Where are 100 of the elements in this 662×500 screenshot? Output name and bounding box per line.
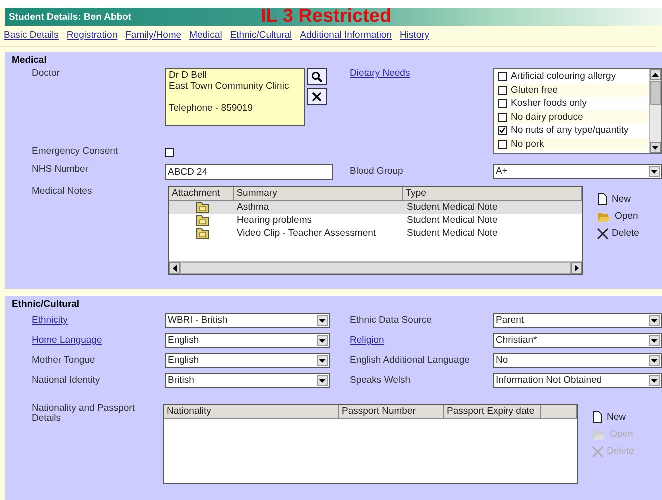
- tab-link[interactable]: Additional Information: [300, 30, 392, 46]
- checkbox[interactable]: [498, 112, 507, 122]
- caret-right-icon: [574, 264, 578, 272]
- column-header[interactable]: Type: [402, 187, 582, 200]
- caret-down-icon: [319, 378, 326, 382]
- delete-icon: [597, 228, 609, 240]
- blood-group-select[interactable]: A+: [493, 164, 662, 179]
- table-cell-text: Video Clip - Teacher Assessment: [236, 228, 378, 239]
- table-cell-text: Student Medical Note: [406, 228, 498, 239]
- delete-icon: [592, 446, 604, 458]
- table-cell-text: Student Medical Note: [406, 202, 498, 213]
- folder-icon: [196, 202, 210, 214]
- nhs-number-field[interactable]: ABCD 24: [165, 164, 333, 180]
- option-label: Kosher foods only: [511, 98, 588, 110]
- tab-link[interactable]: Ethnic/Cultural: [230, 30, 292, 46]
- option-label: No dairy produce: [511, 112, 584, 123]
- caret-up-icon: [652, 72, 659, 76]
- select-field[interactable]: Information Not Obtained: [493, 373, 662, 388]
- tab-link[interactable]: Registration: [66, 30, 118, 46]
- dietary-list[interactable]: Artificial colouring allergy Gluten free Kosher foods only No dairy produce No nuts of any type/quantity No pork: [493, 68, 662, 154]
- column-header[interactable]: Nationality: [164, 405, 339, 418]
- caret-down-icon: [651, 170, 658, 174]
- dropdown-button[interactable]: [317, 335, 328, 346]
- dropdown-button[interactable]: [317, 315, 328, 326]
- new-button[interactable]: New: [597, 192, 640, 207]
- tab-link[interactable]: Medical: [190, 30, 222, 46]
- tab-link[interactable]: Family/Home: [126, 30, 182, 46]
- caret-down-icon: [319, 318, 326, 322]
- scrollbar[interactable]: [649, 69, 661, 153]
- column-header[interactable]: Passport Expiry date: [444, 405, 541, 418]
- select-field[interactable]: No: [493, 353, 662, 368]
- open-folder-icon: [597, 210, 612, 222]
- field-label: Blood Group: [350, 165, 404, 177]
- new-button[interactable]: New: [592, 410, 634, 425]
- dropdown-button[interactable]: [649, 315, 660, 326]
- tab-link[interactable]: History: [400, 30, 430, 46]
- caret-down-icon: [651, 338, 658, 342]
- checkbox[interactable]: [498, 86, 507, 95]
- table-cell-text: Student Medical Note: [406, 215, 498, 226]
- select-field[interactable]: WBRI - British: [165, 313, 330, 328]
- table-row[interactable]: Video Clip - Teacher Assessment Student Medical Note: [169, 227, 582, 240]
- open-button[interactable]: Open: [597, 209, 640, 224]
- section-heading: Medical: [12, 55, 48, 66]
- caret-down-icon: [652, 146, 659, 150]
- option-label: Gluten free: [511, 84, 558, 96]
- field-label[interactable]: Religion: [350, 333, 493, 346]
- window-title: Student Details: Ben Abbot: [8, 12, 133, 22]
- select-field[interactable]: Parent: [493, 313, 662, 328]
- open-folder-icon: [592, 428, 607, 440]
- column-header[interactable]: Passport Number: [339, 405, 444, 418]
- field-label: Speaks Welsh: [350, 374, 412, 386]
- option-label: Artificial colouring allergy: [511, 71, 616, 82]
- field-label: Medical Notes: [32, 186, 94, 199]
- select-field[interactable]: English: [165, 353, 330, 368]
- checkbox[interactable]: [498, 140, 507, 149]
- caret-down-icon: [651, 378, 658, 382]
- field-label: English Additional Language: [350, 354, 471, 366]
- checkbox[interactable]: [498, 72, 507, 82]
- dropdown-button[interactable]: [317, 375, 328, 386]
- field-label[interactable]: Home Language: [32, 333, 165, 346]
- dropdown-button[interactable]: [649, 166, 660, 177]
- table-row[interactable]: Hearing problems Student Medical Note: [169, 214, 582, 227]
- checkbox[interactable]: [498, 126, 507, 136]
- select-field[interactable]: English: [165, 333, 330, 348]
- section-heading: Ethnic/Cultural: [12, 299, 81, 310]
- delete-button[interactable]: Delete: [597, 226, 640, 241]
- search-button[interactable]: [307, 68, 327, 85]
- field-label: Doctor: [32, 68, 61, 79]
- search-icon: [311, 70, 323, 82]
- field-label[interactable]: Dietary Needs: [350, 68, 493, 79]
- table-cell-text: Asthma: [236, 202, 270, 213]
- folder-icon: [196, 228, 210, 240]
- restriction-label: IL 3 Restricted: [261, 6, 392, 28]
- folder-icon: [196, 214, 210, 226]
- scrollbar[interactable]: [169, 261, 582, 274]
- field-label: Mother Tongue: [32, 354, 96, 366]
- dropdown-button[interactable]: [317, 355, 328, 366]
- caret-left-icon: [172, 264, 176, 272]
- checkbox[interactable]: [165, 148, 174, 157]
- doctor-field[interactable]: Dr D Bell East Town Community Clinic Telephone - 859019: [165, 68, 305, 126]
- caret-down-icon: [651, 358, 658, 362]
- field-label[interactable]: Ethnicity: [32, 313, 165, 326]
- tab-link[interactable]: Basic Details: [4, 30, 59, 46]
- table-row[interactable]: Asthma Student Medical Note: [169, 201, 582, 214]
- select-field[interactable]: Christian*: [493, 333, 662, 348]
- dropdown-button[interactable]: [649, 335, 660, 346]
- dropdown-button[interactable]: [649, 375, 660, 386]
- checkbox[interactable]: [498, 99, 507, 108]
- table-cell-text: Hearing problems: [236, 215, 313, 226]
- field-label: Ethnic Data Source: [350, 314, 433, 326]
- select-field[interactable]: British: [165, 373, 330, 388]
- column-header[interactable]: Attachment: [169, 187, 234, 200]
- field-label: Nationality and Passport Details: [32, 404, 136, 426]
- field-label: NHS Number: [32, 164, 90, 175]
- caret-down-icon: [651, 318, 658, 322]
- option-label: No nuts of any type/quantity: [511, 125, 629, 136]
- clear-button[interactable]: [307, 88, 327, 105]
- dropdown-button[interactable]: [649, 355, 660, 366]
- column-header[interactable]: Summary: [234, 187, 403, 200]
- field-label: Emergency Consent: [32, 146, 120, 157]
